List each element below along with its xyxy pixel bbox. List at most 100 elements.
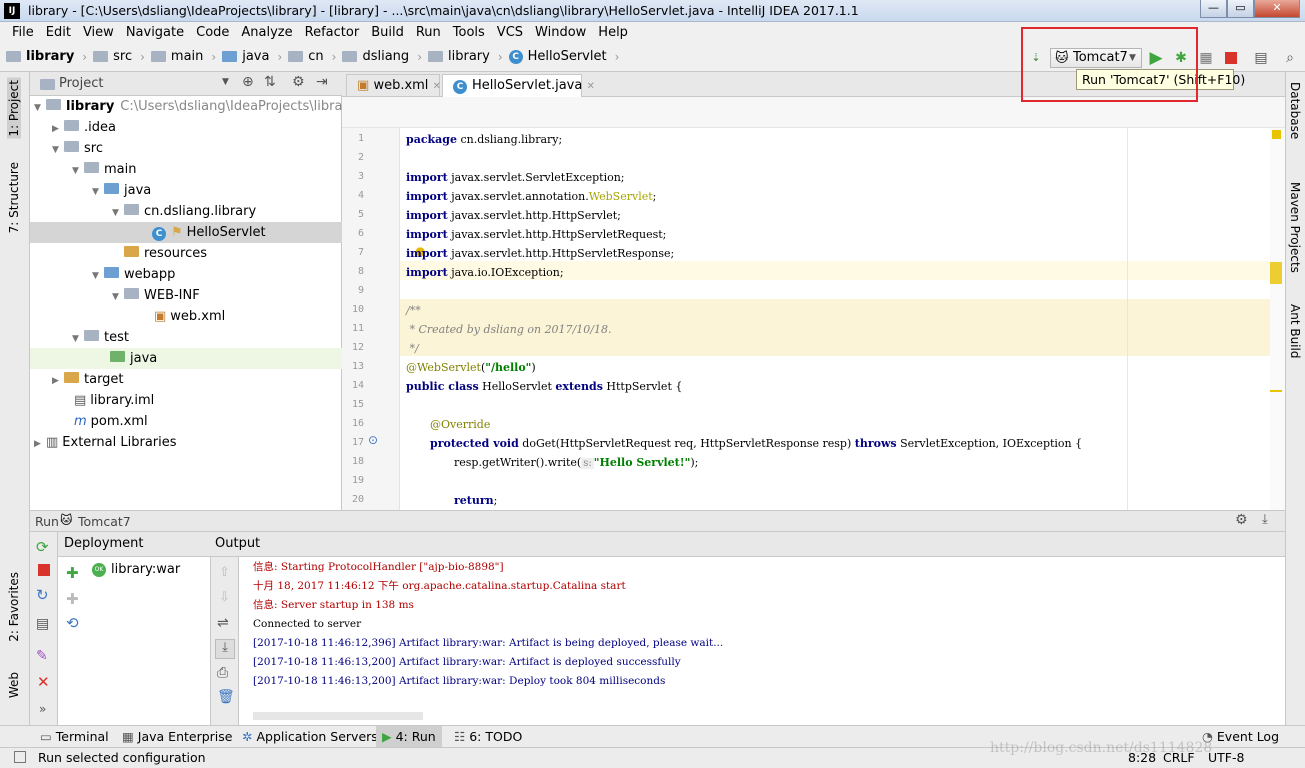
breadcrumb-library-pkg[interactable]: library (428, 49, 490, 64)
tab-maven-projects[interactable]: Maven Projects (1288, 182, 1302, 273)
coverage-icon[interactable]: ▦ (1196, 48, 1216, 68)
breadcrumb-main[interactable]: main (150, 49, 203, 64)
tree-item-test[interactable]: ▼ test (30, 327, 342, 348)
breadcrumb-helloservlet[interactable]: C HelloServlet (508, 49, 607, 64)
close-icon[interactable]: ✕ (37, 673, 50, 691)
tab-database[interactable]: Database (1288, 82, 1302, 139)
tree-item-external-libraries[interactable]: ▶ ▥ External Libraries (30, 432, 342, 453)
code-line-14: public class HelloServlet extends HttpSe… (406, 377, 682, 396)
override-marker-icon[interactable]: ⊙ (368, 433, 378, 447)
menu-refactor[interactable]: Refactor (299, 25, 366, 40)
tab-web[interactable]: Web (7, 672, 21, 698)
tree-item-resources[interactable]: resources (30, 243, 342, 264)
menu-run[interactable]: Run (410, 25, 447, 40)
tree-item-library-iml[interactable]: ▤ library.iml (30, 390, 342, 411)
warning-marker-icon[interactable] (1272, 130, 1281, 139)
deploy-icon[interactable]: ✚ (66, 564, 79, 582)
breadcrumb-label: HelloServlet (527, 49, 607, 64)
more-icon[interactable]: » (39, 702, 46, 716)
horizontal-scrollbar[interactable] (253, 712, 423, 720)
hide-panel-icon[interactable]: ⇥ (316, 74, 328, 90)
breadcrumb-src[interactable]: src (93, 49, 132, 64)
tree-item-helloservlet[interactable]: C ⚑ HelloServlet (30, 222, 342, 243)
update-icon[interactable]: ↻ (36, 586, 49, 604)
tree-item-library[interactable]: ▼ library C:\Users\dsliang\IdeaProjects\li… (30, 96, 356, 117)
code-text: HelloServlet (478, 380, 556, 393)
collapse-all-icon[interactable]: ⇅ (264, 74, 276, 90)
rerun-icon[interactable]: ⟳ (36, 538, 49, 556)
menu-help[interactable]: Help (592, 25, 634, 40)
close-button[interactable]: ✕ (1254, 0, 1300, 18)
scroll-to-end-icon[interactable]: ⤓ (215, 639, 235, 659)
tab-java-enterprise[interactable]: ▦ Java Enterprise (116, 726, 238, 748)
up-arrow-icon[interactable]: ⇧ (219, 565, 230, 580)
trash-icon[interactable]: 🗑 (217, 689, 235, 705)
file-encoding[interactable]: UTF-8 (1208, 750, 1244, 765)
tree-item-idea[interactable]: ▶ .idea (30, 117, 342, 138)
stop-icon[interactable] (1221, 48, 1241, 68)
breadcrumb-library[interactable]: library (6, 49, 74, 64)
tree-item-main[interactable]: ▼ main (30, 159, 342, 180)
breadcrumb-java[interactable]: java (222, 49, 269, 64)
tree-item-webxml[interactable]: ▣ web.xml (30, 306, 342, 327)
tab-terminal[interactable]: ▭ Terminal (34, 726, 115, 748)
close-tab-icon[interactable]: ✕ (433, 81, 441, 92)
tree-item-java[interactable]: ▼ java (30, 180, 342, 201)
tree-item-target[interactable]: ▶ target (30, 369, 342, 390)
chevron-down-icon[interactable]: ▼ (222, 77, 229, 87)
down-arrow-icon[interactable]: ⇩ (219, 590, 230, 605)
stop-icon[interactable] (38, 564, 50, 576)
tab-ant-build[interactable]: Ant Build (1288, 304, 1302, 358)
tab-helloservlet[interactable]: C HelloServlet.java ✕ (442, 74, 595, 97)
tree-item-pom[interactable]: m pom.xml (30, 411, 342, 432)
menu-build[interactable]: Build (365, 25, 410, 40)
tree-item-test-java[interactable]: java (30, 348, 342, 369)
tree-item-src[interactable]: ▼ src (30, 138, 342, 159)
maximize-button[interactable]: ▭ (1227, 0, 1254, 18)
minimize-button[interactable]: — (1200, 0, 1227, 18)
folder-icon (93, 51, 109, 62)
soft-wrap-icon[interactable]: ⇌ (217, 615, 229, 631)
tab-project[interactable]: 1: Project (7, 78, 21, 139)
tab-application-servers[interactable]: ✲ Application Servers (236, 726, 384, 748)
pin-icon[interactable]: ✎ (36, 648, 48, 664)
tree-item-webapp[interactable]: ▼ webapp (30, 264, 342, 285)
menu-analyze[interactable]: Analyze (235, 25, 298, 40)
tab-todo[interactable]: ☷ 6: TODO (448, 726, 528, 748)
code-line-12: */ (406, 342, 419, 355)
breadcrumb-dsliang[interactable]: dsliang (342, 49, 409, 64)
tab-structure[interactable]: 7: Structure (7, 162, 21, 233)
toggle-tool-windows-icon[interactable] (14, 751, 26, 763)
breadcrumb-cn[interactable]: cn (288, 49, 324, 64)
chevron-right-icon: › (82, 49, 88, 64)
tab-favorites[interactable]: 2: Favorites (7, 572, 21, 642)
tree-item-package[interactable]: ▼ cn.dsliang.library (30, 201, 342, 222)
project-structure-icon[interactable]: ▤ (1251, 48, 1271, 68)
code-editor[interactable]: 1 2 3 4 5 6 7 8 9 10 11 12 13 14 15 16 1… (342, 128, 1285, 510)
menu-window[interactable]: Window (529, 25, 592, 40)
print-icon[interactable]: ⎙ (217, 665, 228, 681)
hide-panel-icon[interactable]: ⤓ (1262, 512, 1268, 527)
menu-edit[interactable]: Edit (40, 25, 77, 40)
gear-icon[interactable]: ⚙ (292, 74, 305, 90)
menu-view[interactable]: View (77, 25, 120, 40)
menu-code[interactable]: Code (190, 25, 235, 40)
menu-file[interactable]: File (6, 25, 40, 40)
menu-vcs[interactable]: VCS (491, 25, 529, 40)
scroll-from-source-icon[interactable]: ⊕ (242, 74, 254, 90)
layout-icon[interactable]: ▤ (36, 616, 49, 632)
expand-arrow-icon: ▼ (72, 334, 79, 344)
gear-icon[interactable]: ⚙ (1235, 512, 1248, 528)
close-tab-icon[interactable]: ✕ (586, 81, 594, 92)
menu-tools[interactable]: Tools (447, 25, 491, 40)
console-output[interactable]: 信息: Starting ProtocolHandler ["ajp-bio-8… (239, 557, 1285, 725)
project-view-selector[interactable]: Project (59, 76, 103, 91)
tree-item-webinf[interactable]: ▼ WEB-INF (30, 285, 342, 306)
search-icon[interactable]: ⌕ (1280, 48, 1300, 68)
tab-run[interactable]: ▶ 4: Run (376, 726, 442, 748)
undeploy-icon[interactable]: ✚ (66, 590, 79, 608)
menu-navigate[interactable]: Navigate (120, 25, 190, 40)
refresh-icon[interactable]: ⟲ (66, 614, 79, 632)
tab-web-xml[interactable]: ▣ web.xml ✕ (346, 74, 441, 97)
editor-scrollbar[interactable] (1270, 128, 1285, 510)
